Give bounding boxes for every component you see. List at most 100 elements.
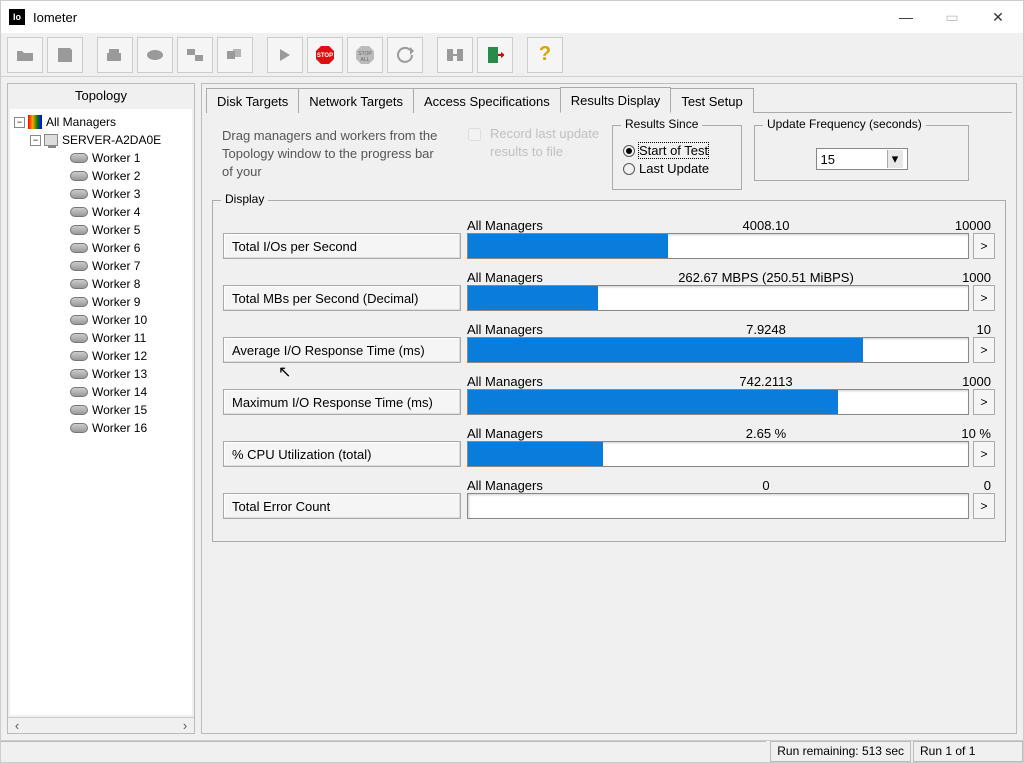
disk-icon [70, 279, 88, 289]
tree-worker-label: Worker 16 [92, 421, 147, 435]
metric-source: All Managers [467, 322, 617, 337]
tab-disk-targets[interactable]: Disk Targets [206, 88, 299, 113]
tree-worker[interactable]: Worker 11 [12, 329, 190, 347]
radio-icon [623, 163, 635, 175]
metric-source: All Managers [467, 478, 617, 493]
chevron-down-icon[interactable]: ▾ [887, 150, 903, 168]
reset-icon[interactable] [387, 37, 423, 73]
expand-button[interactable]: > [973, 337, 995, 363]
tree-server[interactable]: − SERVER-A2DA0E [12, 131, 190, 149]
expand-button[interactable]: > [973, 233, 995, 259]
disk-icon [70, 333, 88, 343]
metric-source: All Managers [467, 218, 617, 233]
metric-source: All Managers [467, 374, 617, 389]
maximize-button[interactable]: ▭ [929, 1, 975, 33]
helper-text: Drag managers and workers from the Topol… [212, 121, 452, 188]
radio-start-of-test[interactable]: Start of Test [623, 143, 731, 158]
svg-text:STOP: STOP [317, 53, 333, 59]
tree-server-label: SERVER-A2DA0E [62, 133, 161, 147]
stop-all-icon[interactable]: STOPALL [347, 37, 383, 73]
metric-label-button[interactable]: Maximum I/O Response Time (ms) [223, 389, 461, 415]
tree-worker[interactable]: Worker 6 [12, 239, 190, 257]
expand-button[interactable]: > [973, 441, 995, 467]
progress-bar[interactable] [467, 441, 969, 467]
tree-worker[interactable]: Worker 1 [12, 149, 190, 167]
expand-button[interactable]: > [973, 285, 995, 311]
tree-worker[interactable]: Worker 3 [12, 185, 190, 203]
tree-worker[interactable]: Worker 12 [12, 347, 190, 365]
update-frequency-group: Update Frequency (seconds) 15 ▾ [754, 125, 969, 181]
tree-worker[interactable]: Worker 7 [12, 257, 190, 275]
metric-label-button[interactable]: Total I/Os per Second [223, 233, 461, 259]
help-icon[interactable]: ? [527, 37, 563, 73]
start-icon[interactable] [267, 37, 303, 73]
save-icon[interactable] [47, 37, 83, 73]
metric-max: 0 [915, 478, 995, 493]
expand-button[interactable]: > [973, 493, 995, 519]
update-frequency-select[interactable]: 15 ▾ [816, 148, 908, 170]
topology-pane: Topology − All Managers − SERVER-A2DA0E … [7, 83, 195, 734]
new-manager-icon[interactable] [97, 37, 133, 73]
tree-worker-label: Worker 10 [92, 313, 147, 327]
metric-label-button[interactable]: Total MBs per Second (Decimal) [223, 285, 461, 311]
tabs: Disk Targets Network Targets Access Spec… [206, 84, 1012, 112]
progress-bar[interactable] [467, 337, 969, 363]
exit-icon[interactable] [477, 37, 513, 73]
minimize-button[interactable]: — [883, 1, 929, 33]
tab-test-setup[interactable]: Test Setup [670, 88, 753, 113]
tab-network-targets[interactable]: Network Targets [298, 88, 414, 113]
disk-icon [70, 423, 88, 433]
metric-row: Total Error CountAll Managers00> [223, 475, 995, 519]
collapse-icon[interactable]: − [30, 135, 41, 146]
stop-icon[interactable]: STOP [307, 37, 343, 73]
progress-bar[interactable] [467, 493, 969, 519]
metric-value: 742.2113 [617, 374, 915, 389]
record-results-label: Record last update results to file [490, 125, 600, 161]
scroll-right-icon[interactable]: › [178, 719, 192, 733]
close-button[interactable]: ✕ [975, 1, 1021, 33]
metric-value: 262.67 MBPS (250.51 MiBPS) [617, 270, 915, 285]
topology-tree[interactable]: − All Managers − SERVER-A2DA0E Worker 1W… [10, 109, 192, 715]
statusbar: Run remaining: 513 sec Run 1 of 1 [1, 740, 1023, 762]
horizontal-scrollbar[interactable]: ‹ › [8, 717, 194, 733]
metric-label-button[interactable]: Total Error Count [223, 493, 461, 519]
tree-worker[interactable]: Worker 8 [12, 275, 190, 293]
open-icon[interactable] [7, 37, 43, 73]
tree-worker[interactable]: Worker 15 [12, 401, 190, 419]
tab-results-display[interactable]: Results Display [560, 87, 672, 113]
tree-worker[interactable]: Worker 14 [12, 383, 190, 401]
radio-last-update[interactable]: Last Update [623, 161, 731, 176]
progress-bar[interactable] [467, 233, 969, 259]
tree-worker[interactable]: Worker 13 [12, 365, 190, 383]
disk-icon [70, 261, 88, 271]
tree-worker[interactable]: Worker 4 [12, 203, 190, 221]
results-since-group: Results Since Start of Test Last Update [612, 125, 742, 190]
tree-worker-label: Worker 11 [92, 331, 146, 345]
metric-label-button[interactable]: % CPU Utilization (total) [223, 441, 461, 467]
align-icon[interactable] [437, 37, 473, 73]
update-frequency-title: Update Frequency (seconds) [763, 117, 926, 131]
record-results-checkbox [468, 128, 481, 141]
tree-worker[interactable]: Worker 10 [12, 311, 190, 329]
progress-fill [468, 338, 863, 362]
tree-worker[interactable]: Worker 2 [12, 167, 190, 185]
progress-bar[interactable] [467, 389, 969, 415]
titlebar: Io Iometer — ▭ ✕ [1, 1, 1023, 33]
managers-icon [28, 115, 42, 129]
new-net-worker-icon[interactable] [177, 37, 213, 73]
new-disk-worker-icon[interactable] [137, 37, 173, 73]
copy-worker-icon[interactable] [217, 37, 253, 73]
tree-worker[interactable]: Worker 5 [12, 221, 190, 239]
tree-worker[interactable]: Worker 9 [12, 293, 190, 311]
metric-max: 10000 [915, 218, 995, 233]
tab-access-specifications[interactable]: Access Specifications [413, 88, 561, 113]
tree-root[interactable]: − All Managers [12, 113, 190, 131]
tree-worker-label: Worker 15 [92, 403, 147, 417]
disk-icon [70, 315, 88, 325]
tree-worker[interactable]: Worker 16 [12, 419, 190, 437]
expand-button[interactable]: > [973, 389, 995, 415]
collapse-icon[interactable]: − [14, 117, 25, 128]
progress-bar[interactable] [467, 285, 969, 311]
scroll-left-icon[interactable]: ‹ [10, 719, 24, 733]
metric-label-button[interactable]: Average I/O Response Time (ms) [223, 337, 461, 363]
